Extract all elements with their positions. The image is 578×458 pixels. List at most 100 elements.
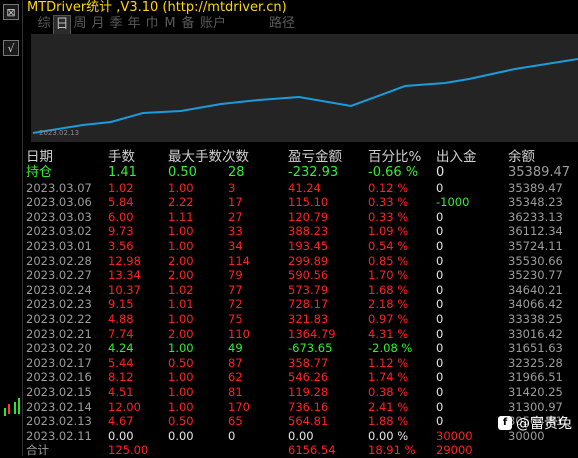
app-title: MTDriver统计 ,V3.10 (http://mtdriver.cn) — [27, 0, 287, 15]
table-body: 2023.03.07 1.02 1.00 3 41.24 0.12 % 0 35389.47 2… — [26, 181, 578, 444]
row-balance: 35348.23 — [508, 195, 563, 210]
tab-week[interactable]: 周 — [71, 15, 89, 35]
row-date: 2023.02.11 — [26, 428, 92, 443]
tab-quarter[interactable]: 季 — [107, 15, 125, 35]
tab-account[interactable]: 账户 — [197, 15, 229, 35]
tab-month[interactable]: 月 — [89, 15, 107, 35]
row-pnl: 728.17 — [288, 297, 329, 312]
row-lots: 9.15 — [108, 297, 134, 312]
row-pnl: 299.89 — [288, 253, 329, 268]
period-tabs: 综 日 周 月 季 年 巾 M 备 账户 路径 — [35, 15, 295, 35]
toolbar-icon-check[interactable]: √ — [3, 40, 19, 56]
row-flow: 30000 — [436, 428, 473, 443]
row-pct: 0.12 % — [368, 180, 409, 195]
header-pnl: 盈亏金额 — [288, 149, 342, 165]
tab-day[interactable]: 日 — [53, 15, 71, 35]
left-toolbar: ⊠ √ — [0, 0, 23, 456]
toolbar-icon-cross[interactable]: ⊠ — [3, 4, 19, 20]
tab-symbol[interactable]: 巾 — [143, 15, 161, 35]
header-pct: 百分比% — [368, 149, 422, 165]
header-lots: 手数 — [108, 149, 135, 165]
row-pct: 0.85 % — [368, 253, 409, 268]
row-lots: 10.37 — [108, 282, 141, 297]
row-count: 3 — [228, 180, 236, 195]
row-count: 62 — [228, 370, 243, 385]
row-lots: 6.00 — [108, 209, 134, 224]
row-lots: 12.98 — [108, 253, 141, 268]
row-pnl: -673.65 — [288, 341, 333, 356]
row-pct: 0.33 % — [368, 195, 409, 210]
row-flow: 0 — [436, 180, 444, 195]
table-row: 2023.03.03 6.00 1.11 27 120.79 0.33 % 0 36233.1… — [26, 210, 578, 225]
row-count: 75 — [228, 311, 243, 326]
row-pct: 0.97 % — [368, 311, 409, 326]
row-count: 114 — [228, 253, 250, 268]
row-max-lots: 1.00 — [168, 311, 194, 326]
row-flow: 0 — [436, 268, 444, 283]
row-pnl: 573.79 — [288, 282, 329, 297]
row-date: 2023.02.15 — [26, 384, 92, 399]
table-header: 日期 手数 最大手数次数 盈亏金额 百分比% 出入金 余额 — [26, 148, 578, 166]
tab-magic[interactable]: M — [161, 15, 179, 35]
row-balance: 35230.77 — [508, 268, 563, 283]
holding-pct: -0.66 % — [368, 165, 419, 180]
watermark-text: @富贵兔 — [516, 416, 572, 432]
row-flow: 0 — [436, 326, 444, 341]
candle-bar — [18, 398, 20, 414]
row-max-lots: 1.01 — [168, 297, 194, 312]
tab-path[interactable]: 路径 — [269, 15, 295, 35]
tab-notes[interactable]: 备 — [179, 15, 197, 35]
table-row: 2023.03.01 3.56 1.00 34 193.45 0.54 % 0 35724.1… — [26, 239, 578, 254]
row-balance: 35389.47 — [508, 180, 563, 195]
row-balance: 34066.42 — [508, 297, 563, 312]
row-max-lots: 1.00 — [168, 180, 194, 195]
row-lots: 4.67 — [108, 414, 134, 429]
row-pnl: 193.45 — [288, 238, 329, 253]
table-row: 2023.02.28 12.98 2.00 114 299.89 0.85 % 0 35530… — [26, 254, 578, 269]
row-count: 65 — [228, 414, 243, 429]
row-date: 2023.02.27 — [26, 268, 92, 283]
row-max-lots: 1.00 — [168, 370, 194, 385]
row-pct: 0.38 % — [368, 384, 409, 399]
row-pct: 2.41 % — [368, 399, 409, 414]
row-max-lots: 1.11 — [168, 209, 194, 224]
table-row: 2023.02.20 4.24 1.00 49 -673.65 -2.08 % 0 31651… — [26, 341, 578, 356]
header-flow: 出入金 — [436, 149, 477, 165]
row-count: 0 — [228, 428, 236, 443]
row-pnl: 41.24 — [288, 180, 321, 195]
holding-row: 持仓 1.41 0.50 28 -232.93 -0.66 % 0 35389.… — [26, 165, 578, 181]
row-date: 2023.03.02 — [26, 224, 92, 239]
header-balance: 余额 — [508, 149, 535, 165]
row-flow: 0 — [436, 341, 444, 356]
table-row: 2023.02.11 0.00 0.00 0 0.00 0.00 % 30000 30000 — [26, 429, 578, 444]
table-row: 2023.02.17 5.44 0.50 87 358.77 1.12 % 0 32325.2… — [26, 356, 578, 371]
row-pnl: 564.81 — [288, 414, 329, 429]
row-balance: 31300.97 — [508, 399, 563, 414]
row-date: 2023.02.21 — [26, 326, 92, 341]
row-pct: 4.31 % — [368, 326, 409, 341]
row-count: 27 — [228, 209, 243, 224]
row-pnl: 546.26 — [288, 370, 329, 385]
row-pct: 0.33 % — [368, 209, 409, 224]
row-pct: 2.18 % — [368, 297, 409, 312]
row-lots: 0.00 — [108, 428, 134, 443]
row-balance: 31420.25 — [508, 384, 563, 399]
row-pct: 1.70 % — [368, 268, 409, 283]
row-date: 2023.03.01 — [26, 238, 92, 253]
row-max-lots: 1.00 — [168, 399, 194, 414]
row-count: 81 — [228, 384, 243, 399]
row-max-lots: 2.22 — [168, 195, 194, 210]
row-max-lots: 1.02 — [168, 282, 194, 297]
row-balance: 36233.13 — [508, 209, 563, 224]
row-balance: 35530.66 — [508, 253, 563, 268]
tab-year[interactable]: 年 — [125, 15, 143, 35]
row-pct: 1.68 % — [368, 282, 409, 297]
row-flow: 0 — [436, 355, 444, 370]
row-pnl: 0.00 — [288, 428, 314, 443]
row-lots: 5.84 — [108, 195, 134, 210]
row-date: 2023.02.22 — [26, 311, 92, 326]
row-max-lots: 1.00 — [168, 238, 194, 253]
tab-summary[interactable]: 综 — [35, 15, 53, 35]
row-pct: -2.08 % — [368, 341, 413, 356]
row-pnl: 736.16 — [288, 399, 329, 414]
